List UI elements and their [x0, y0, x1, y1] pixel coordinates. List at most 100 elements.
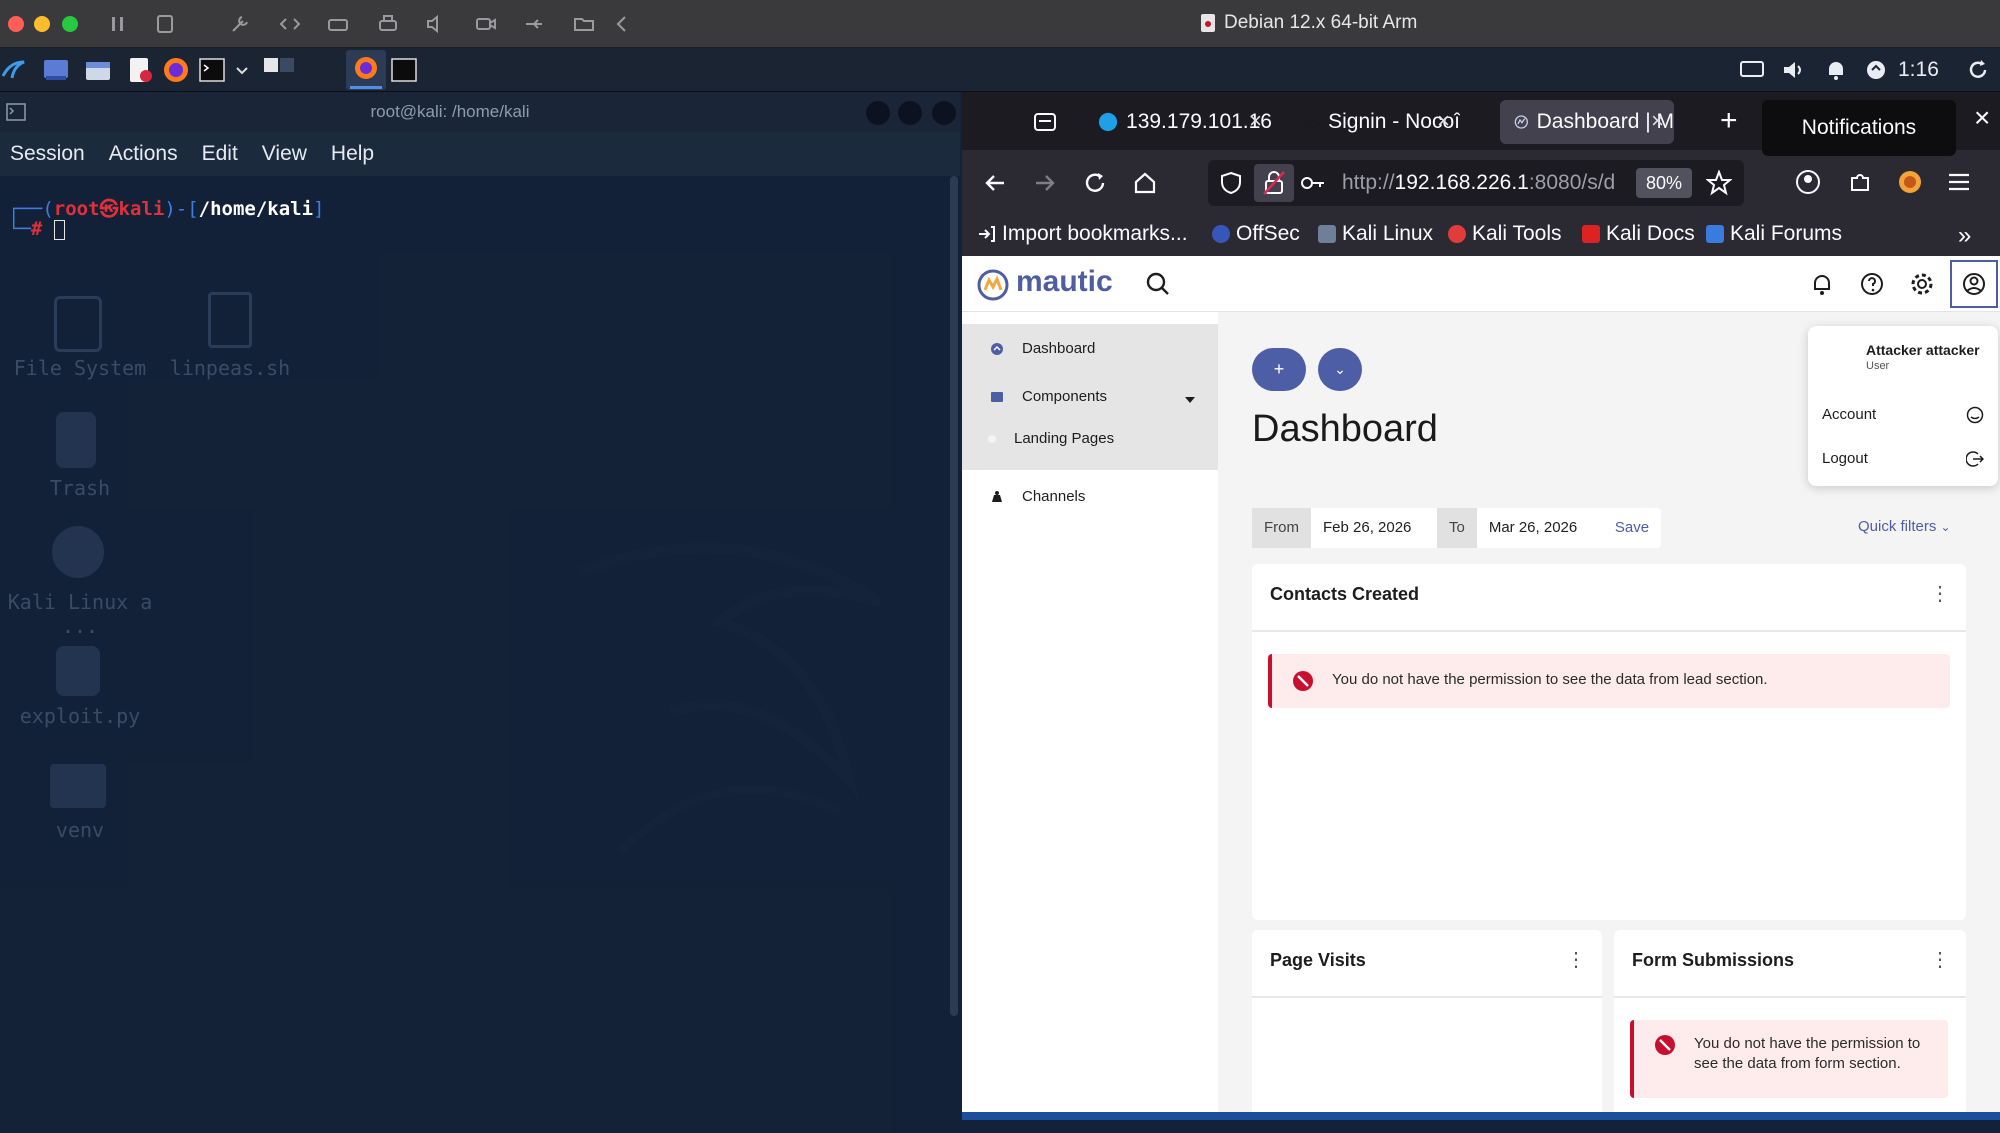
- menu-session[interactable]: Session: [10, 142, 85, 166]
- sidebar-item-dashboard[interactable]: Dashboard: [990, 340, 1095, 357]
- menu-help[interactable]: Help: [331, 142, 374, 166]
- pause-icon[interactable]: [106, 12, 130, 36]
- power-icon[interactable]: [1862, 56, 1890, 84]
- close-tab-icon[interactable]: ×: [1651, 108, 1664, 134]
- kali-menu-icon[interactable]: [0, 56, 28, 84]
- widget-menu-icon[interactable]: ⋮: [1930, 950, 1950, 970]
- wrench-icon[interactable]: [228, 12, 252, 36]
- sidebar-item-components[interactable]: Components: [990, 388, 1107, 405]
- printer-icon[interactable]: [376, 12, 400, 36]
- add-widget-button[interactable]: +: [1252, 348, 1306, 391]
- shield-icon[interactable]: [1218, 170, 1244, 196]
- save-date-button[interactable]: Save: [1603, 508, 1661, 548]
- menu-view[interactable]: View: [262, 142, 307, 166]
- menu-edit[interactable]: Edit: [202, 142, 238, 166]
- bookmark-star-icon[interactable]: [1706, 170, 1732, 196]
- bookmark-import[interactable]: Import bookmarks...: [976, 222, 1188, 246]
- reload-icon[interactable]: [1082, 170, 1108, 196]
- close-tab-icon[interactable]: ×: [1249, 108, 1262, 134]
- url-text[interactable]: http://192.168.226.1:8080/s/d: [1342, 171, 1632, 195]
- snapshot-icon[interactable]: [154, 12, 178, 36]
- terminal-icon[interactable]: [198, 56, 226, 84]
- taskbar-terminal-button[interactable]: [390, 56, 418, 84]
- text-editor-icon[interactable]: [126, 56, 154, 84]
- help-icon[interactable]: [1858, 270, 1886, 298]
- widget-menu-icon[interactable]: ⋮: [1566, 950, 1586, 970]
- user-role: User: [1866, 360, 1890, 372]
- key-icon[interactable]: [1300, 172, 1326, 194]
- page-visits-widget: Page Visits ⋮: [1252, 930, 1602, 1120]
- terminal-output[interactable]: ┌──(root㉿kali)-[/home/kali] └─# File Sys…: [0, 176, 948, 1133]
- quick-filters-dropdown[interactable]: Quick filters ⌄: [1858, 518, 1951, 535]
- bookmarks-overflow-icon[interactable]: »: [1958, 222, 1971, 250]
- bookmark-offsec[interactable]: OffSec: [1212, 222, 1300, 246]
- date-from-input[interactable]: Feb 26, 2026: [1311, 508, 1437, 548]
- foxyproxy-icon[interactable]: [1896, 168, 1924, 196]
- dashboard-options-button[interactable]: ⌄: [1318, 348, 1362, 391]
- terminal-minimize-button[interactable]: [866, 101, 890, 125]
- menu-actions[interactable]: Actions: [109, 142, 178, 166]
- mautic-logo-icon[interactable]: [976, 268, 1010, 302]
- sidebar-item-landing-pages[interactable]: Landing Pages: [988, 430, 1114, 447]
- usb-icon[interactable]: [522, 12, 546, 36]
- mautic-logo-text[interactable]: mautic: [1016, 265, 1113, 299]
- bookmark-kali-linux[interactable]: Kali Linux: [1318, 222, 1433, 246]
- user-menu-button[interactable]: [1950, 260, 1998, 308]
- minimize-window-icon[interactable]: [34, 16, 50, 32]
- hamburger-menu-icon[interactable]: [1946, 170, 1972, 194]
- terminal-maximize-button[interactable]: [898, 101, 922, 125]
- widget-menu-icon[interactable]: ⋮: [1930, 584, 1950, 604]
- account-icon[interactable]: [1794, 168, 1822, 196]
- close-window-icon[interactable]: [8, 16, 24, 32]
- chevron-down-icon[interactable]: [228, 56, 256, 84]
- back-icon[interactable]: [982, 170, 1008, 196]
- kali-linux-disc-icon: [52, 526, 104, 578]
- firefox-icon[interactable]: [162, 56, 190, 84]
- chevron-left-icon[interactable]: [610, 12, 634, 36]
- settings-gear-icon[interactable]: [1908, 270, 1936, 298]
- refresh-icon[interactable]: [1964, 56, 1992, 84]
- panel-clock[interactable]: 1:16: [1898, 58, 1939, 82]
- insecure-lock-icon[interactable]: [1254, 164, 1294, 202]
- sound-icon[interactable]: [424, 12, 448, 36]
- volume-icon[interactable]: [1780, 56, 1808, 84]
- extensions-icon[interactable]: [1846, 168, 1874, 196]
- notification-bell-icon[interactable]: [1822, 56, 1850, 84]
- bookmark-kali-tools[interactable]: Kali Tools: [1448, 222, 1562, 246]
- bookmark-kali-forums[interactable]: Kali Forums: [1706, 222, 1842, 246]
- tab-overview-icon[interactable]: [1032, 108, 1058, 134]
- terminal-scrollbar[interactable]: [950, 176, 958, 1016]
- zoom-level-button[interactable]: 80%: [1636, 168, 1692, 198]
- close-window-icon[interactable]: ×: [1974, 102, 1990, 134]
- account-menu-item[interactable]: Account: [1822, 400, 1986, 430]
- taskbar-firefox-button[interactable]: [346, 50, 386, 90]
- home-icon[interactable]: [1132, 170, 1158, 196]
- close-tab-icon[interactable]: ×: [1437, 108, 1450, 134]
- document-icon: [1201, 14, 1215, 32]
- code-icon[interactable]: [278, 12, 302, 36]
- caret-down-icon[interactable]: [1184, 396, 1196, 404]
- file-manager-icon[interactable]: [84, 56, 112, 84]
- shared-folder-icon[interactable]: [572, 12, 596, 36]
- display-icon[interactable]: [1738, 56, 1766, 84]
- search-icon[interactable]: [1144, 270, 1172, 298]
- new-tab-button[interactable]: +: [1720, 104, 1738, 138]
- tab-ip[interactable]: 139.179.101.16 ×: [1084, 100, 1272, 144]
- workspace-switcher[interactable]: [262, 56, 298, 84]
- zoom-window-icon[interactable]: [62, 16, 78, 32]
- forward-icon[interactable]: [1032, 170, 1058, 196]
- notification-bell-icon[interactable]: [1808, 270, 1836, 298]
- bookmark-kali-docs[interactable]: Kali Docs: [1582, 222, 1695, 246]
- error-message: You do not have the permission to see th…: [1694, 1035, 1921, 1072]
- logout-menu-item[interactable]: Logout: [1822, 444, 1986, 474]
- terminal-close-button[interactable]: [932, 101, 956, 125]
- drive-icon[interactable]: [326, 12, 350, 36]
- workspace-icon[interactable]: [42, 56, 70, 84]
- tab-dashboard[interactable]: Dashboard | M ×: [1500, 100, 1674, 144]
- url-bar[interactable]: http://192.168.226.1:8080/s/d 80%: [1208, 160, 1744, 206]
- tab-signin[interactable]: Signin - Nocoî ×: [1292, 100, 1460, 144]
- sidebar-item-channels[interactable]: Channels: [990, 488, 1085, 505]
- camera-icon[interactable]: [474, 12, 498, 36]
- permission-error-alert: You do not have the permission to see th…: [1268, 654, 1950, 708]
- date-to-input[interactable]: Mar 26, 2026: [1476, 508, 1603, 548]
